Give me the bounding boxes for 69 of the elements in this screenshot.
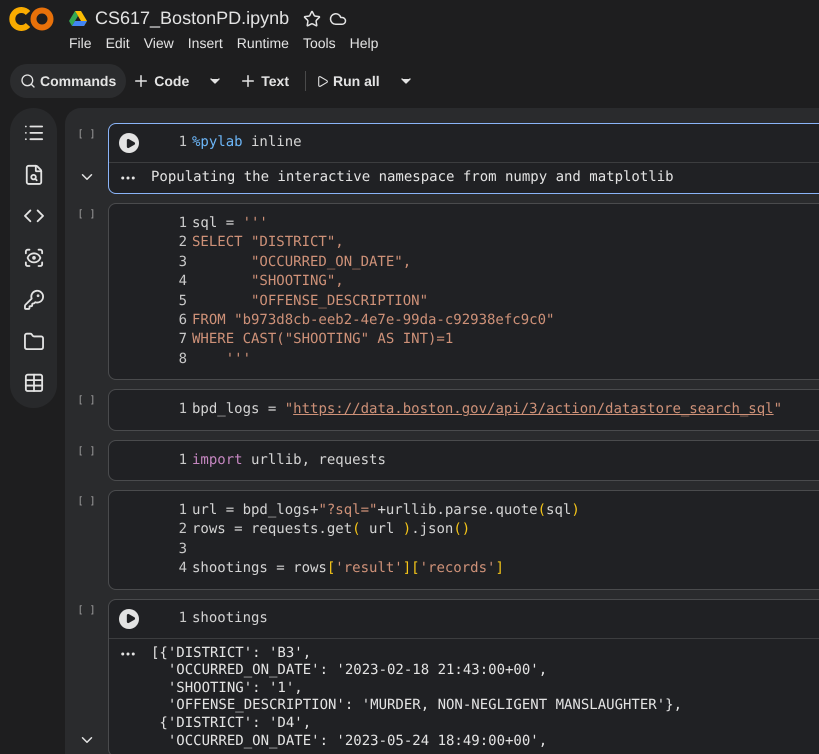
code-line: SELECT "DISTRICT", <box>192 233 344 252</box>
play-icon <box>124 138 136 148</box>
code-cell[interactable] <box>108 598 819 754</box>
line-number: 1 <box>178 608 188 628</box>
cell-output: Populating the interactive namespace from numpy and matplotlib <box>151 169 674 187</box>
menu-item[interactable]: Edit <box>106 33 137 53</box>
menu-item[interactable]: Insert <box>188 33 230 53</box>
star-icon[interactable] <box>303 10 322 28</box>
line-number: 1 <box>178 450 188 470</box>
code-line: shootings = rows['result']['records'] <box>192 559 504 578</box>
menu-item[interactable]: Help <box>350 33 386 53</box>
line-number: 5 <box>178 292 188 311</box>
code-cell[interactable]: 1 sql = ''' 2 SELECT "DISTRICT", 3 "OCCURRED_ON_DATE", 4 "SHOOTING", 5 "OFFENSE_DESCRIPTION" 6 FROM "b973d8cb-eeb2-4e7e-99da-c92938efc9c0" 7 WHERE CAST("SHOOTING" AS INT)=1 8 ''' <box>108 203 819 380</box>
run-button[interactable] <box>119 608 139 629</box>
line-number: 1 <box>178 501 188 520</box>
code-line: "OCCURRED_ON_DATE", <box>250 252 412 272</box>
code-line: "OFFENSE_DESCRIPTION" <box>250 292 428 311</box>
add-button[interactable]: Text <box>235 64 299 98</box>
line-number: 3 <box>178 252 188 272</box>
execution-count: [ ] <box>77 604 96 616</box>
code-line: ''' <box>224 350 252 369</box>
line-number: 1 <box>178 133 188 152</box>
play-icon <box>124 613 136 624</box>
execution-count: [ ] <box>77 129 96 140</box>
code-line: sql = ''' <box>192 214 268 233</box>
execution-count: [ ] <box>77 395 96 406</box>
code-cell[interactable]: 1 import urllib, requests <box>108 440 819 482</box>
line-number: 2 <box>178 233 188 252</box>
line-number: 6 <box>178 311 188 330</box>
line-number: 4 <box>178 559 188 578</box>
drive-icon <box>69 10 87 26</box>
code-line: "SHOOTING", <box>250 272 344 292</box>
notebook-title[interactable]: CS617_BostonPD.ipynb <box>95 8 290 29</box>
execution-count: [ ] <box>77 446 96 457</box>
cell-output: [{'DISTRICT': 'B3', 'OCCURRED_ON_DATE': '2023-02-18 21:43:00+00', 'SHOOTING': '1', 'OFFENSE_DESCRIPTION': 'MURDER, NON-NEGLIGENT MANSLAUGHTER'}, {'DISTRICT': 'D4', 'OCCURRED_ON_DATE': '2023-05-24 18:49:00+00', <box>151 644 682 750</box>
code-line: bpd_logs = "https://data.boston.gov/api/3/action/datastore_search_sql" <box>192 400 782 420</box>
code-line: rows = requests.get( url ).json() <box>192 520 470 540</box>
run-all-button[interactable]: Run all <box>312 64 424 98</box>
menu-item[interactable]: Tools <box>302 33 343 53</box>
code-cell[interactable]: 1 url = bpd_logs+"?sql="+urllib.parse.quote(sql) 2 rows = requests.get( url ).json() 3 4 shootings = rows['result']['records'] <box>108 490 819 590</box>
line-number: 3 <box>178 540 188 559</box>
line-number: 2 <box>178 520 188 540</box>
code-line: url = bpd_logs+"?sql="+urllib.parse.quote(sql) <box>192 501 580 520</box>
line-number: 1 <box>178 400 188 420</box>
execution-count: [ ] <box>77 496 96 508</box>
eye-icon[interactable] <box>22 247 44 269</box>
code-line: import urllib, requests <box>192 450 386 470</box>
search-icon <box>20 73 36 89</box>
line-number: 4 <box>178 272 188 292</box>
code-cell[interactable]: 1 %pylab inline Populating the interactive namespace from numpy and matplotlib <box>108 123 819 194</box>
table-icon[interactable] <box>22 372 44 394</box>
menu-item[interactable]: View <box>144 33 181 53</box>
play-icon <box>316 74 329 88</box>
run-button[interactable] <box>119 133 139 153</box>
folder-icon[interactable] <box>22 330 44 352</box>
line-number: 7 <box>178 330 188 350</box>
code-line: %pylab inline <box>192 133 302 152</box>
code-line: WHERE CAST("SHOOTING" AS INT)=1 <box>192 330 454 350</box>
code-line: FROM "b973d8cb-eeb2-4e7e-99da-c92938efc9c0" <box>192 311 554 330</box>
commands-button[interactable]: Commands <box>10 64 126 98</box>
menu-item[interactable]: Runtime <box>236 33 296 53</box>
line-number: 1 <box>178 214 188 233</box>
execution-count: [ ] <box>77 209 96 220</box>
menu-item[interactable]: File <box>69 33 99 53</box>
add-button[interactable]: Code <box>128 64 234 98</box>
key-icon[interactable] <box>22 288 44 311</box>
code-cell[interactable]: 1 bpd_logs = "https://data.boston.gov/api/3/action/datastore_search_sql" <box>108 389 819 431</box>
code-line: shootings <box>192 608 268 628</box>
line-number: 8 <box>178 350 188 369</box>
